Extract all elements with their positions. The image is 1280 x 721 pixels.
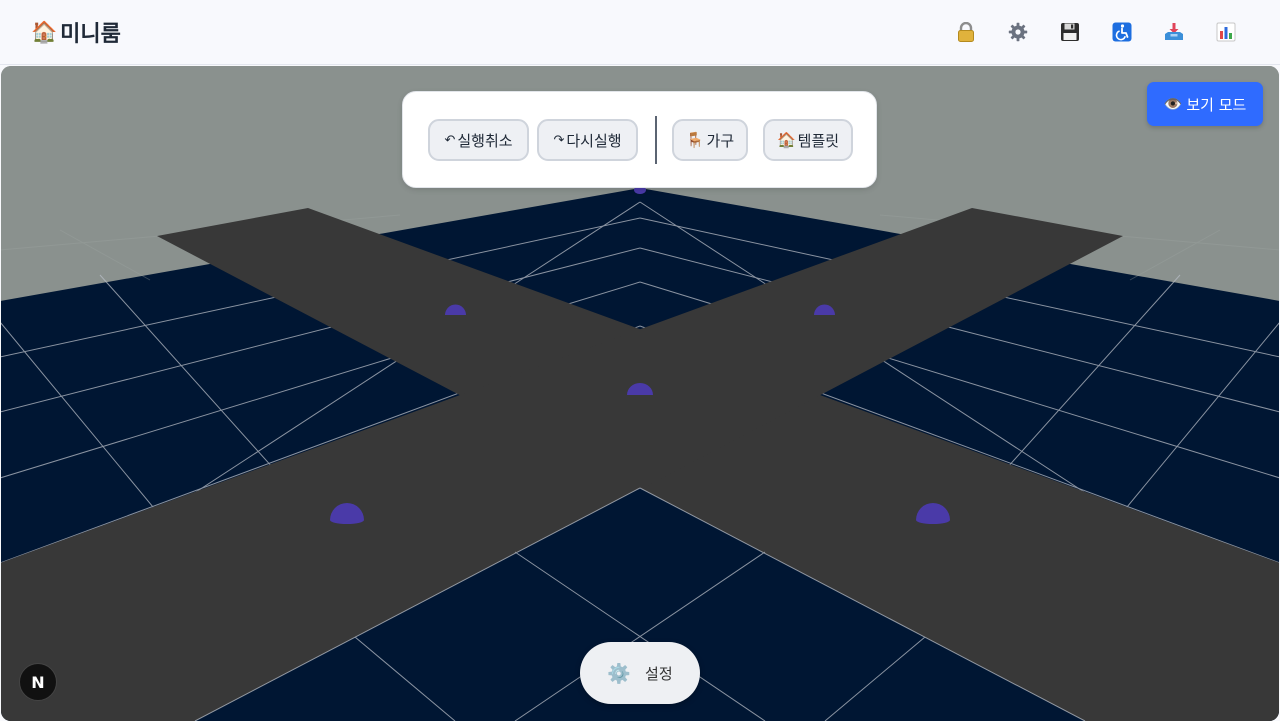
settings-button[interactable]: ⚙️ 설정 (580, 642, 700, 704)
furniture-label: 가구 (706, 131, 735, 150)
template-label: 템플릿 (797, 131, 840, 150)
nextjs-letter: N (31, 672, 45, 692)
undo-button[interactable]: ↶ 실행취소 (428, 119, 529, 161)
bar-chart-icon[interactable] (1210, 15, 1242, 49)
app-brand[interactable]: 🏠 미니룸 (31, 17, 121, 48)
view-mode-button[interactable]: 👁️ 보기 모드 (1147, 82, 1263, 126)
view-mode-label: 보기 모드 (1186, 95, 1247, 114)
chair-icon: 🪑 (685, 131, 705, 149)
edit-toolbar: ↶ 실행취소 ↷ 다시실행 🪑 가구 🏠 템플릿 (402, 91, 877, 188)
redo-button[interactable]: ↷ 다시실행 (537, 119, 638, 161)
redo-label: 다시실행 (566, 131, 622, 150)
undo-icon: ↶ (444, 132, 456, 148)
accessibility-icon[interactable] (1106, 15, 1138, 49)
house-icon: 🏠 (776, 131, 796, 149)
lock-icon[interactable] (950, 15, 982, 49)
gear-icon: ⚙️ (607, 662, 632, 685)
template-button[interactable]: 🏠 템플릿 (763, 119, 853, 161)
save-icon[interactable] (1054, 15, 1086, 49)
gear-icon[interactable] (1002, 15, 1034, 49)
header-toolbar (950, 15, 1242, 49)
redo-icon: ↷ (553, 132, 565, 148)
settings-label: 설정 (645, 664, 673, 683)
toolbar-divider (655, 116, 657, 164)
eye-icon: 👁️ (1163, 95, 1183, 113)
undo-label: 실행취소 (457, 131, 513, 150)
inbox-tray-icon[interactable] (1158, 15, 1190, 49)
top-header: 🏠 미니룸 (0, 0, 1280, 65)
house-logo-icon: 🏠 (31, 19, 58, 44)
nextjs-badge[interactable]: N (19, 663, 57, 701)
app-title: 미니룸 (60, 22, 121, 47)
furniture-button[interactable]: 🪑 가구 (672, 119, 748, 161)
